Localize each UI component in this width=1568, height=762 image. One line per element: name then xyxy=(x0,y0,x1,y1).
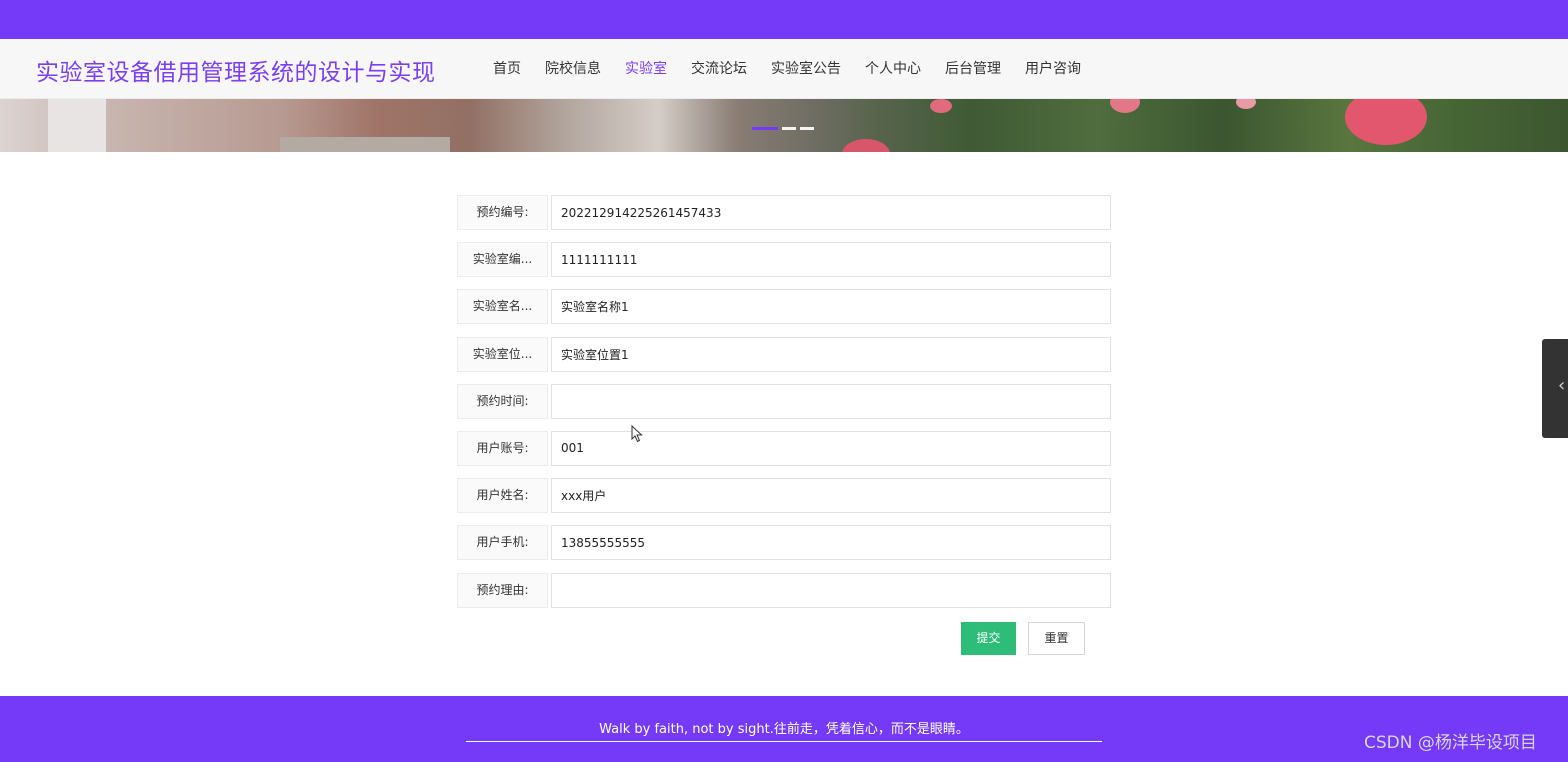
field-label: 用户账号: xyxy=(457,430,548,466)
carousel-dot-3[interactable] xyxy=(800,127,814,130)
carousel-dot-1[interactable] xyxy=(752,127,778,130)
csdn-watermark: CSDN @杨洋毕设项目 xyxy=(1364,733,1537,753)
form-row-lab-name: 实验室名... xyxy=(457,289,1111,325)
site-title: 实验室设备借用管理系统的设计与实现 xyxy=(36,60,436,86)
form-row-user-name: 用户姓名: xyxy=(457,478,1111,514)
banner-carousel xyxy=(0,99,1568,152)
banner-flower xyxy=(1110,99,1140,113)
banner-flower xyxy=(842,139,890,152)
reset-button[interactable]: 重置 xyxy=(1028,622,1085,655)
nav-item-laboratory[interactable]: 实验室 xyxy=(616,57,676,81)
reservation-time-input[interactable] xyxy=(551,383,1111,419)
form-row-user-account: 用户账号: xyxy=(457,430,1111,466)
main-nav: 首页 院校信息 实验室 交流论坛 实验室公告 个人中心 后台管理 用户咨询 xyxy=(484,57,1096,81)
top-strip xyxy=(0,0,1568,39)
mouse-pointer-icon xyxy=(631,425,643,443)
nav-item-lab-notice[interactable]: 实验室公告 xyxy=(762,57,850,81)
side-drawer-tab[interactable]: ‹ xyxy=(1542,339,1568,438)
field-label: 预约时间: xyxy=(457,383,548,419)
submit-button[interactable]: 提交 xyxy=(961,622,1016,655)
field-label: 实验室位... xyxy=(457,336,548,372)
banner-flower xyxy=(1236,99,1256,109)
nav-item-college-info[interactable]: 院校信息 xyxy=(536,57,610,81)
reservation-form: 预约编号: 实验室编... 实验室名... 实验室位... 预约时间: 用户账号… xyxy=(457,195,1111,620)
footer-divider xyxy=(466,741,1102,742)
user-phone-input[interactable] xyxy=(551,525,1111,561)
form-row-lab-no: 实验室编... xyxy=(457,242,1111,278)
form-row-lab-location: 实验室位... xyxy=(457,336,1111,372)
banner-flower xyxy=(930,99,952,113)
lab-no-input[interactable] xyxy=(551,242,1111,278)
form-row-reservation-no: 预约编号: xyxy=(457,195,1111,230)
lab-name-input[interactable] xyxy=(551,289,1111,325)
field-label: 实验室编... xyxy=(457,242,548,278)
nav-item-home[interactable]: 首页 xyxy=(484,57,530,81)
footer-motto: Walk by faith, not by sight.往前走，凭着信心，而不是… xyxy=(599,722,969,737)
field-label: 实验室名... xyxy=(457,289,548,325)
carousel-indicators xyxy=(752,127,818,130)
reservation-reason-input[interactable] xyxy=(551,572,1111,608)
nav-item-admin[interactable]: 后台管理 xyxy=(936,57,1010,81)
banner-building-wall xyxy=(48,99,106,152)
banner-flower xyxy=(1345,99,1427,145)
form-row-reservation-reason: 预约理由: xyxy=(457,572,1111,608)
field-label: 预约编号: xyxy=(457,195,548,230)
chevron-left-icon: ‹ xyxy=(1558,375,1566,396)
lab-location-input[interactable] xyxy=(551,336,1111,372)
footer: Walk by faith, not by sight.往前走，凭着信心，而不是… xyxy=(0,696,1568,762)
reservation-no-input[interactable] xyxy=(551,195,1111,230)
field-label: 用户姓名: xyxy=(457,478,548,514)
banner-building-window xyxy=(280,137,450,152)
form-row-user-phone: 用户手机: xyxy=(457,525,1111,561)
field-label: 预约理由: xyxy=(457,572,548,608)
field-label: 用户手机: xyxy=(457,525,548,561)
carousel-dot-2[interactable] xyxy=(782,127,796,130)
form-row-reservation-time: 预约时间: xyxy=(457,383,1111,419)
nav-item-forum[interactable]: 交流论坛 xyxy=(682,57,756,81)
user-name-input[interactable] xyxy=(551,478,1111,514)
navbar: 实验室设备借用管理系统的设计与实现 首页 院校信息 实验室 交流论坛 实验室公告… xyxy=(0,39,1568,99)
nav-item-user-consult[interactable]: 用户咨询 xyxy=(1016,57,1090,81)
nav-item-personal-center[interactable]: 个人中心 xyxy=(856,57,930,81)
